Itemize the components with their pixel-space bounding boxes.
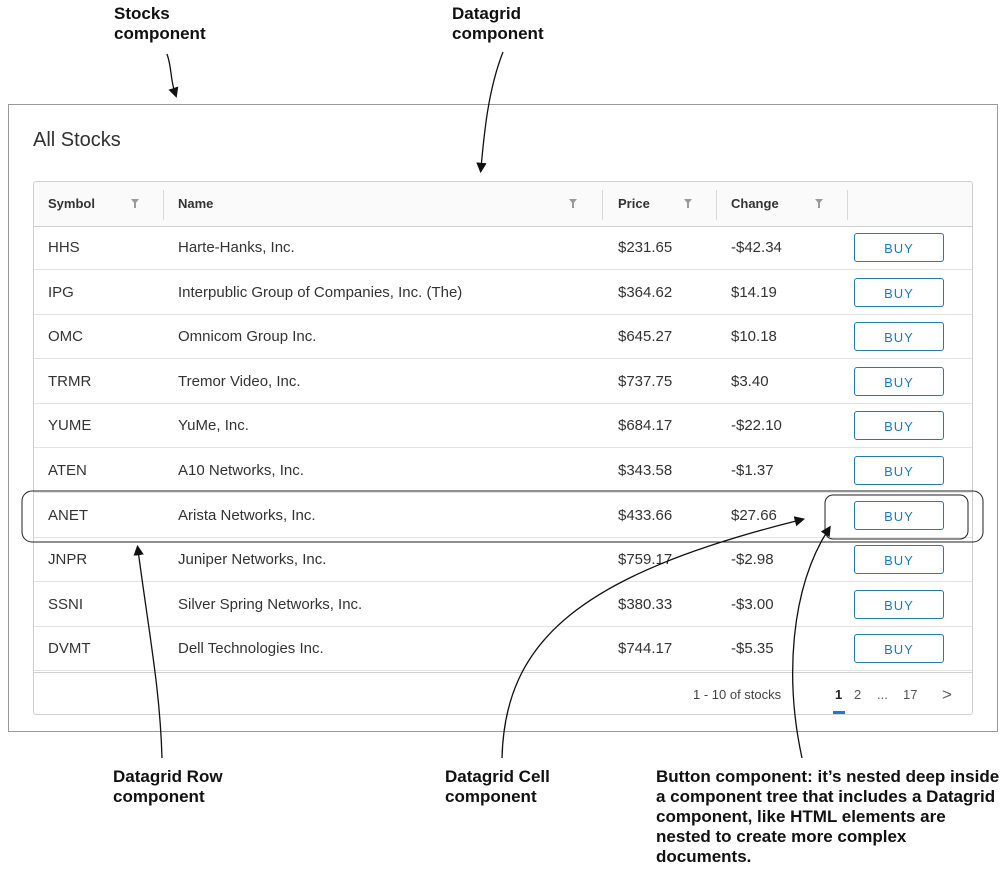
filter-icon[interactable]: [131, 199, 139, 208]
cell-symbol: IPG: [48, 283, 74, 301]
cell-symbol: JNPR: [48, 551, 88, 569]
cell-change: -$3.00: [731, 595, 774, 613]
column-header-price[interactable]: Price: [618, 182, 650, 226]
cell-symbol: TRMR: [48, 372, 92, 390]
column-separator: [163, 190, 164, 220]
buy-button[interactable]: BUY: [854, 366, 944, 396]
datagrid-row: SSNI Silver Spring Networks, Inc. $380.33 -…: [34, 583, 972, 627]
cell-symbol: SSNI: [48, 595, 84, 613]
cell-price: $737.75: [618, 372, 673, 390]
filter-icon[interactable]: [684, 199, 692, 208]
cell-name: Tremor Video, Inc.: [178, 372, 301, 390]
cell-price: $759.17: [618, 551, 673, 569]
cell-change: -$5.35: [731, 640, 774, 658]
datagrid-row: ANET Arista Networks, Inc. $433.66 $27.66 BU…: [34, 494, 972, 538]
cell-change: -$1.37: [731, 462, 774, 479]
column-separator: [716, 190, 717, 220]
cell-change: -$42.34: [731, 239, 782, 256]
annotation-datagrid-component: Datagrid component: [452, 4, 544, 43]
cell-price: $744.17: [618, 640, 673, 658]
cell-price: $645.27: [618, 328, 673, 346]
buy-button[interactable]: BUY: [854, 233, 944, 262]
cell-symbol: HHS: [48, 239, 80, 256]
page-link-1[interactable]: 1: [835, 673, 842, 714]
buy-button[interactable]: BUY: [854, 545, 944, 575]
panel-title: All Stocks: [33, 129, 121, 151]
cell-change: $3.40: [731, 372, 769, 390]
cell-change: $14.19: [731, 283, 777, 301]
buy-button[interactable]: BUY: [854, 634, 944, 664]
datagrid-row: DVMT Dell Technologies Inc. $744.17 -$5.35 B…: [34, 627, 972, 672]
buy-button[interactable]: BUY: [854, 277, 944, 307]
column-header-change[interactable]: Change: [731, 182, 779, 226]
cell-price: $380.33: [618, 595, 673, 613]
cell-name: Silver Spring Networks, Inc.: [178, 595, 363, 613]
page-ellipsis: ...: [877, 687, 888, 702]
filter-icon[interactable]: [569, 199, 577, 208]
cell-price: $684.17: [618, 417, 673, 435]
annotation-button-component: Button component: it’s nested deep insid…: [656, 767, 1000, 866]
annotation-stocks-component: Stocks component: [114, 4, 206, 43]
filter-icon[interactable]: [815, 199, 823, 208]
buy-button[interactable]: BUY: [854, 411, 944, 441]
cell-symbol: YUME: [48, 417, 92, 435]
buy-button[interactable]: BUY: [854, 322, 944, 352]
column-header-name[interactable]: Name: [178, 182, 213, 226]
buy-button[interactable]: BUY: [854, 456, 944, 485]
datagrid-header: Symbol Name Price Change: [34, 182, 972, 227]
cell-name: A10 Networks, Inc.: [178, 462, 304, 479]
cell-price: $364.62: [618, 283, 673, 301]
current-page-indicator: [833, 711, 845, 714]
datagrid-row: YUME YuMe, Inc. $684.17 -$22.10 BUY: [34, 404, 972, 449]
datagrid-row: ATEN A10 Networks, Inc. $343.58 -$1.37 BUY: [34, 449, 972, 493]
column-separator: [847, 190, 848, 220]
cell-name: Harte-Hanks, Inc.: [178, 239, 295, 256]
cell-price: $343.58: [618, 462, 673, 479]
cell-symbol: OMC: [48, 328, 83, 346]
cell-change: $27.66: [731, 506, 777, 524]
cell-change: -$2.98: [731, 551, 774, 569]
column-header-symbol[interactable]: Symbol: [48, 182, 95, 226]
page-link-17[interactable]: 17: [903, 673, 917, 714]
cell-change: $10.18: [731, 328, 777, 346]
cell-name: Dell Technologies Inc.: [178, 640, 324, 658]
cell-symbol: DVMT: [48, 640, 91, 658]
chevron-right-icon[interactable]: >: [942, 673, 952, 714]
cell-name: YuMe, Inc.: [178, 417, 249, 435]
cell-name: Interpublic Group of Companies, Inc. (Th…: [178, 283, 463, 301]
cell-change: -$22.10: [731, 417, 782, 435]
annotation-datagrid-cell-component: Datagrid Cell component: [445, 767, 550, 806]
cell-name: Arista Networks, Inc.: [178, 506, 316, 524]
datagrid-row: JNPR Juniper Networks, Inc. $759.17 -$2.98 B…: [34, 538, 972, 583]
datagrid-row: OMC Omnicom Group Inc. $645.27 $10.18 BUY: [34, 315, 972, 360]
column-separator: [602, 190, 603, 220]
cell-name: Omnicom Group Inc.: [178, 328, 317, 346]
cell-price: $433.66: [618, 506, 673, 524]
datagrid: Symbol Name Price Change HHS Harte-Hanks,…: [33, 181, 973, 715]
datagrid-row: TRMR Tremor Video, Inc. $737.75 $3.40 BUY: [34, 360, 972, 404]
stocks-panel: All Stocks Symbol Name Price Change HHS H…: [8, 104, 998, 732]
cell-name: Juniper Networks, Inc.: [178, 551, 327, 569]
datagrid-footer: 1 - 10 of stocks 1 2 ... 17 >: [34, 672, 972, 714]
cell-symbol: ANET: [48, 506, 89, 524]
arrow-stocks: [166, 53, 179, 98]
cell-price: $231.65: [618, 239, 673, 256]
datagrid-row: IPG Interpublic Group of Companies, Inc. …: [34, 271, 972, 315]
page-link-2[interactable]: 2: [854, 673, 861, 714]
buy-button[interactable]: BUY: [854, 500, 944, 530]
pagination-summary: 1 - 10 of stocks: [693, 687, 782, 702]
cell-symbol: ATEN: [48, 462, 87, 479]
annotation-datagrid-row-component: Datagrid Row component: [113, 767, 223, 806]
datagrid-row: HHS Harte-Hanks, Inc. $231.65 -$42.34 BUY: [34, 226, 972, 270]
buy-button[interactable]: BUY: [854, 589, 944, 619]
